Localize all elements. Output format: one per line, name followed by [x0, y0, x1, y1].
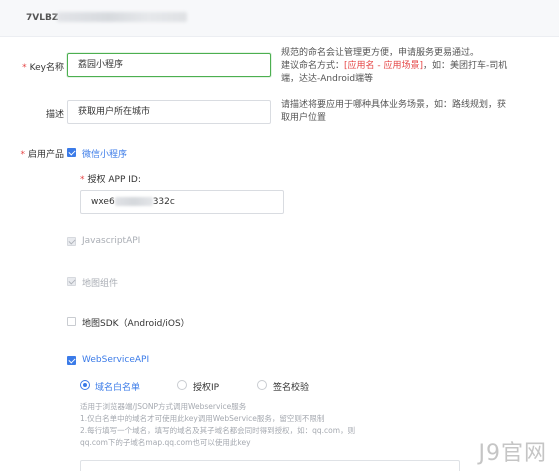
masked-appid	[114, 197, 153, 206]
map-component-label: 地图组件	[82, 279, 119, 289]
watermark-text: J9官网	[478, 441, 547, 466]
webservice-description: 适用于浏览器端/JSONP方式调用Webservice服务 1.仅白名单中的域名…	[80, 402, 356, 447]
javascript-api-label: JavascriptAPI	[82, 236, 141, 246]
javascript-api-checkbox[interactable]	[67, 237, 76, 246]
radio-authorized-ip[interactable]	[177, 380, 187, 390]
domain-whitelist-textarea[interactable]	[80, 460, 460, 471]
appid-label: * 授权 APP ID:	[80, 175, 141, 185]
appid-input[interactable]: wxe6 332c	[80, 190, 284, 214]
radio-signature-check-label: 签名校验	[273, 383, 310, 393]
mini-program-label: 微信小程序	[82, 150, 128, 160]
radio-domain-whitelist-label: 域名白名单	[95, 383, 141, 393]
webservice-api-checkbox[interactable]	[67, 356, 76, 365]
masked-key-value	[57, 12, 187, 22]
key-name-hint: 规范的命名会让管理更方便，申请服务更易通过。 建议命名方式：[应用名 - 应用场…	[281, 48, 508, 84]
map-component-checkbox[interactable]	[67, 277, 76, 286]
key-header-bar: 7VLBZ	[0, 0, 559, 37]
description-label: 描述	[45, 110, 64, 120]
key-name-input[interactable]: 荔园小程序	[67, 53, 271, 77]
radio-domain-whitelist[interactable]	[80, 380, 90, 390]
key-name-label: * Key名称	[22, 63, 64, 73]
map-sdk-checkbox[interactable]	[67, 317, 76, 326]
radio-authorized-ip-label: 授权IP	[193, 383, 220, 393]
description-input[interactable]: 获取用户所在城市	[67, 100, 271, 124]
radio-signature-check[interactable]	[257, 380, 267, 390]
description-hint: 请描述将要应用于哪种具体业务场景，如：路线规划，获 取用户位置	[281, 100, 507, 123]
mini-program-checkbox[interactable]	[67, 148, 76, 157]
webservice-api-label: WebServiceAPI	[82, 355, 150, 365]
map-sdk-label: 地图SDK（Android/iOS）	[82, 319, 190, 329]
products-label: * 启用产品	[20, 150, 64, 160]
key-value-prefix: 7VLBZ	[26, 13, 59, 23]
